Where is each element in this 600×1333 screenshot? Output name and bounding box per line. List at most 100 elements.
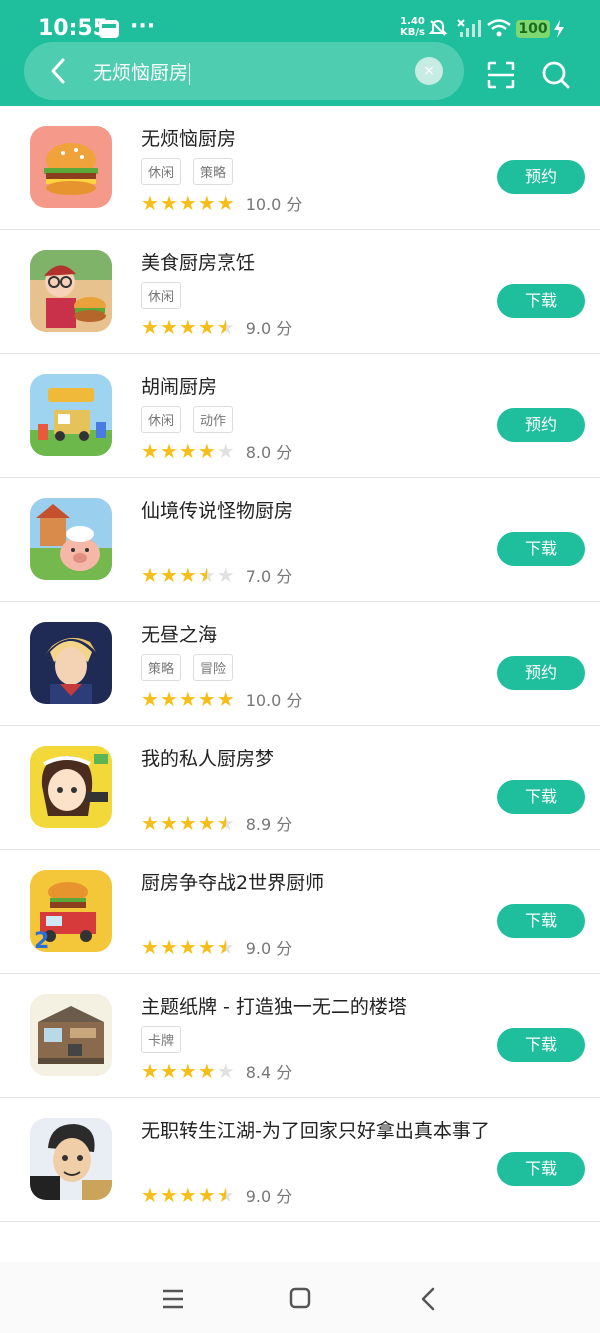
game-name[interactable]: 无烦恼厨房 [141,124,236,151]
star-icon: ★ [178,687,197,711]
game-list-item[interactable]: 仙境传说怪物厨房 ★ ★ ★ ★ ★ 7.0 分下载 [0,478,600,602]
download-button[interactable]: 下载 [497,1152,585,1186]
star-icon: ★ [216,687,235,711]
game-tags: 休闲 [141,282,193,309]
star-icon: ★ [197,935,216,959]
game-name[interactable]: 无昼之海 [141,620,217,647]
game-tag: 策略 [193,158,234,185]
rating-score: 8.4 分 [245,1063,293,1082]
reserve-button[interactable]: 预约 [497,656,585,690]
game-tag: 休闲 [141,406,182,433]
game-name[interactable]: 我的私人厨房梦 [141,744,274,771]
search-input[interactable]: 无烦恼厨房 [93,58,191,85]
game-name[interactable]: 胡闹厨房 [141,372,217,399]
game-tag: 动作 [193,406,234,433]
reserve-button[interactable]: 预约 [497,408,585,442]
food-truck-icon[interactable]: 2 [30,870,112,952]
star-icon: ★ [216,563,235,587]
star-icon: ★ [159,935,178,959]
more-notifications-icon: ··· [130,14,156,39]
message-app-icon [99,20,119,38]
status-bar: 10:55 ··· 1.40 KB/s 100 [0,0,600,44]
scan-icon[interactable] [486,60,516,90]
star-icon: ★ [159,1183,178,1207]
menu-icon[interactable] [160,1288,186,1310]
star-icon: ★ [216,439,235,463]
star-icon: ★ [159,563,178,587]
star-icon: ★ [178,191,197,215]
clear-search-button[interactable]: × [415,57,443,85]
star-icon: ★ [197,563,216,587]
star-icon: ★ [216,811,235,835]
game-list-item[interactable]: 无昼之海 策略 冒险 ★ ★ ★ ★ ★ 10.0 分预约 [0,602,600,726]
game-list-item[interactable]: 主题纸牌 - 打造独一无二的楼塔 卡牌 ★ ★ ★ ★ ★ 8.4 分下载 [0,974,600,1098]
search-results-list: 无烦恼厨房 休闲 策略 ★ ★ ★ ★ ★ 10.0 分预约 美食厨房烹饪 休闲 ★ ★ ★ ★ ★ 9.0 分… [0,106,600,1222]
star-icon: ★ [141,1183,159,1207]
star-icon: ★ [197,1183,216,1207]
game-name[interactable]: 无职转生江湖-为了回家只好拿出真本事了 [141,1116,490,1143]
status-time: 10:55 [38,16,109,41]
search-query: 无烦恼厨房 [93,62,189,84]
rating-score: 9.0 分 [245,319,293,338]
reserve-button[interactable]: 预约 [497,160,585,194]
rating-score: 10.0 分 [245,691,303,710]
search-bar[interactable] [24,42,464,100]
game-tags: 休闲 动作 [141,406,245,433]
room-icon[interactable] [30,994,112,1076]
game-tags: 策略 冒险 [141,654,245,681]
rating-score: 9.0 分 [245,1187,293,1206]
game-tag: 休闲 [141,282,182,309]
game-list-item[interactable]: 无烦恼厨房 休闲 策略 ★ ★ ★ ★ ★ 10.0 分预约 [0,106,600,230]
download-button[interactable]: 下载 [497,904,585,938]
download-button[interactable]: 下载 [497,532,585,566]
pig-chef-icon[interactable] [30,498,112,580]
game-tag: 卡牌 [141,1026,182,1053]
top-header: 10:55 ··· 1.40 KB/s 100 无烦恼厨房 × [0,0,600,106]
network-speed-value: 1.40 [400,16,425,27]
star-icon: ★ [159,315,178,339]
game-tag: 冒险 [193,654,234,681]
game-list-item[interactable]: 胡闹厨房 休闲 动作 ★ ★ ★ ★ ★ 8.0 分预约 [0,354,600,478]
star-icon: ★ [159,687,178,711]
game-list-item[interactable]: 美食厨房烹饪 休闲 ★ ★ ★ ★ ★ 9.0 分下载 [0,230,600,354]
back-arrow-icon[interactable] [44,56,72,86]
game-list-item[interactable]: 我的私人厨房梦 ★ ★ ★ ★ ★ 8.9 分下载 [0,726,600,850]
download-button[interactable]: 下载 [497,1028,585,1062]
chef-girl-icon[interactable] [30,250,112,332]
download-button[interactable]: 下载 [497,284,585,318]
star-rating: ★ ★ ★ ★ ★ 9.0 分 [141,1183,292,1207]
game-name[interactable]: 厨房争夺战2世界厨师 [141,868,324,895]
star-rating: ★ ★ ★ ★ ★ 8.4 分 [141,1059,292,1083]
text-caret [189,62,191,85]
star-icon: ★ [216,1059,235,1083]
rating-score: 8.0 分 [245,443,293,462]
home-icon[interactable] [289,1287,311,1309]
game-tag: 策略 [141,654,182,681]
star-icon: ★ [216,1183,235,1207]
game-name[interactable]: 美食厨房烹饪 [141,248,255,275]
star-icon: ★ [178,315,197,339]
back-icon[interactable] [420,1286,436,1312]
warrior-icon[interactable] [30,1118,112,1200]
search-icon[interactable] [541,60,571,90]
star-icon: ★ [159,811,178,835]
star-icon: ★ [141,687,159,711]
star-icon: ★ [159,1059,178,1083]
star-icon: ★ [178,563,197,587]
moving-out-icon[interactable] [30,374,112,456]
game-list-item[interactable]: 2 厨房争夺战2世界厨师 ★ ★ ★ ★ ★ 9.0 分下载 [0,850,600,974]
star-rating: ★ ★ ★ ★ ★ 8.0 分 [141,439,292,463]
network-speed: 1.40 KB/s [400,16,425,38]
game-name[interactable]: 主题纸牌 - 打造独一无二的楼塔 [141,992,407,1019]
hero-icon[interactable] [30,622,112,704]
game-name[interactable]: 仙境传说怪物厨房 [141,496,293,523]
network-speed-unit: KB/s [400,27,425,38]
charging-icon [554,20,564,38]
star-icon: ★ [178,1059,197,1083]
star-icon: ★ [141,811,159,835]
cook-girl-icon[interactable] [30,746,112,828]
star-rating: ★ ★ ★ ★ ★ 9.0 分 [141,935,292,959]
download-button[interactable]: 下载 [497,780,585,814]
game-list-item[interactable]: 无职转生江湖-为了回家只好拿出真本事了 ★ ★ ★ ★ ★ 9.0 分下载 [0,1098,600,1222]
burger-icon[interactable] [30,126,112,208]
